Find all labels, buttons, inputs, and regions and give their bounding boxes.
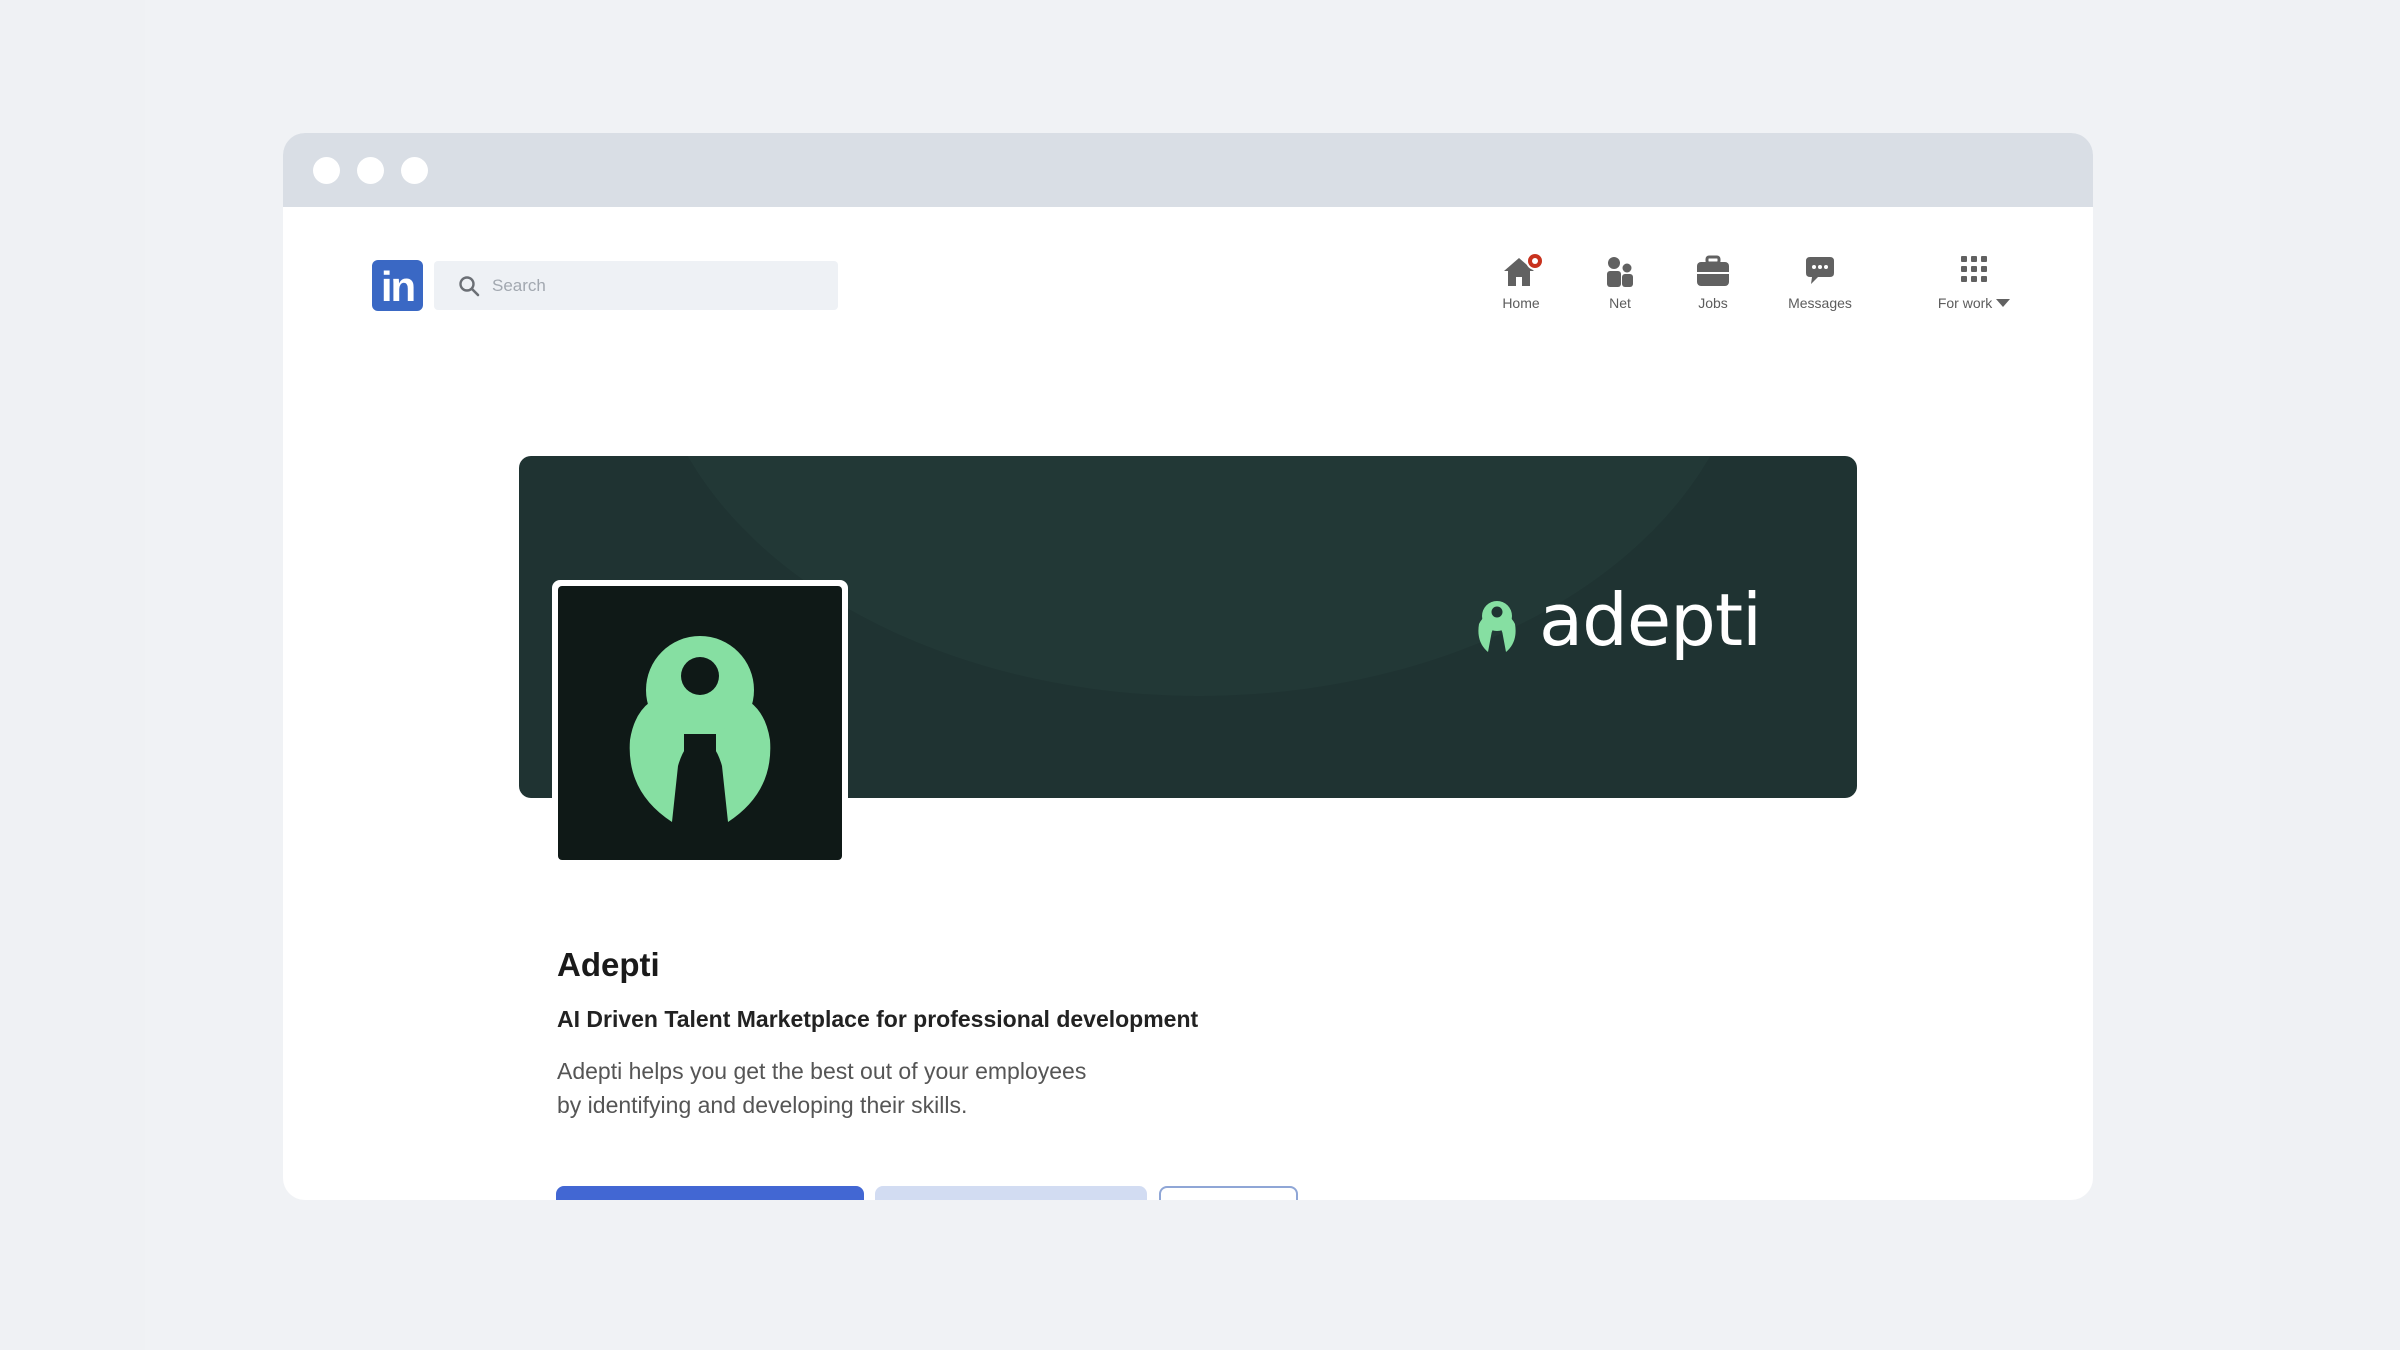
grid-icon <box>1961 256 1987 282</box>
search-input[interactable] <box>492 261 822 310</box>
nav-messages[interactable]: Messages <box>1777 253 1863 311</box>
nav-for-work-label: For work <box>1924 295 2024 311</box>
nav-messages-label: Messages <box>1788 295 1852 311</box>
company-avatar[interactable] <box>552 580 848 866</box>
banner-brand-text: adepti <box>1539 578 1762 662</box>
briefcase-icon <box>1697 255 1729 286</box>
nav-network-label: Net <box>1609 295 1631 311</box>
nav-jobs[interactable]: Jobs <box>1685 253 1741 311</box>
window-titlebar <box>283 133 2093 207</box>
chat-icon <box>1806 257 1834 284</box>
caret-down-icon <box>1996 299 2011 307</box>
nav-jobs-label: Jobs <box>1698 295 1728 311</box>
nav-for-work[interactable]: For work <box>1924 253 2024 311</box>
nav-network[interactable]: Net <box>1595 253 1645 311</box>
window-close-dot[interactable] <box>313 157 340 184</box>
adepti-logo-icon <box>629 636 771 822</box>
description-line-2: by identifying and developing their skil… <box>557 1092 968 1118</box>
description-line-1: Adepti helps you get the best out of you… <box>557 1058 1087 1084</box>
notification-badge <box>1526 252 1544 270</box>
window-maximize-dot[interactable] <box>401 157 428 184</box>
secondary-action-button[interactable] <box>875 1186 1147 1200</box>
nav-home-label: Home <box>1502 295 1540 311</box>
people-icon <box>1607 257 1633 287</box>
search-bar[interactable] <box>434 261 838 310</box>
company-description: Adepti helps you get the best out of you… <box>557 1054 1257 1122</box>
nav-home[interactable]: Home <box>1486 252 1556 311</box>
avatar-background <box>558 586 842 860</box>
linkedin-logo[interactable]: in <box>372 260 423 311</box>
company-tagline: AI Driven Talent Marketplace for profess… <box>557 1006 1199 1032</box>
for-work-text: For work <box>1937 295 1993 311</box>
more-action-button[interactable] <box>1159 1186 1298 1200</box>
company-name: Adepti <box>557 946 660 983</box>
browser-window: in Home Net Jobs <box>283 133 2093 1200</box>
window-minimize-dot[interactable] <box>357 157 384 184</box>
search-icon <box>459 276 480 297</box>
primary-action-button[interactable] <box>556 1186 864 1200</box>
adepti-mark-icon <box>1478 601 1516 652</box>
